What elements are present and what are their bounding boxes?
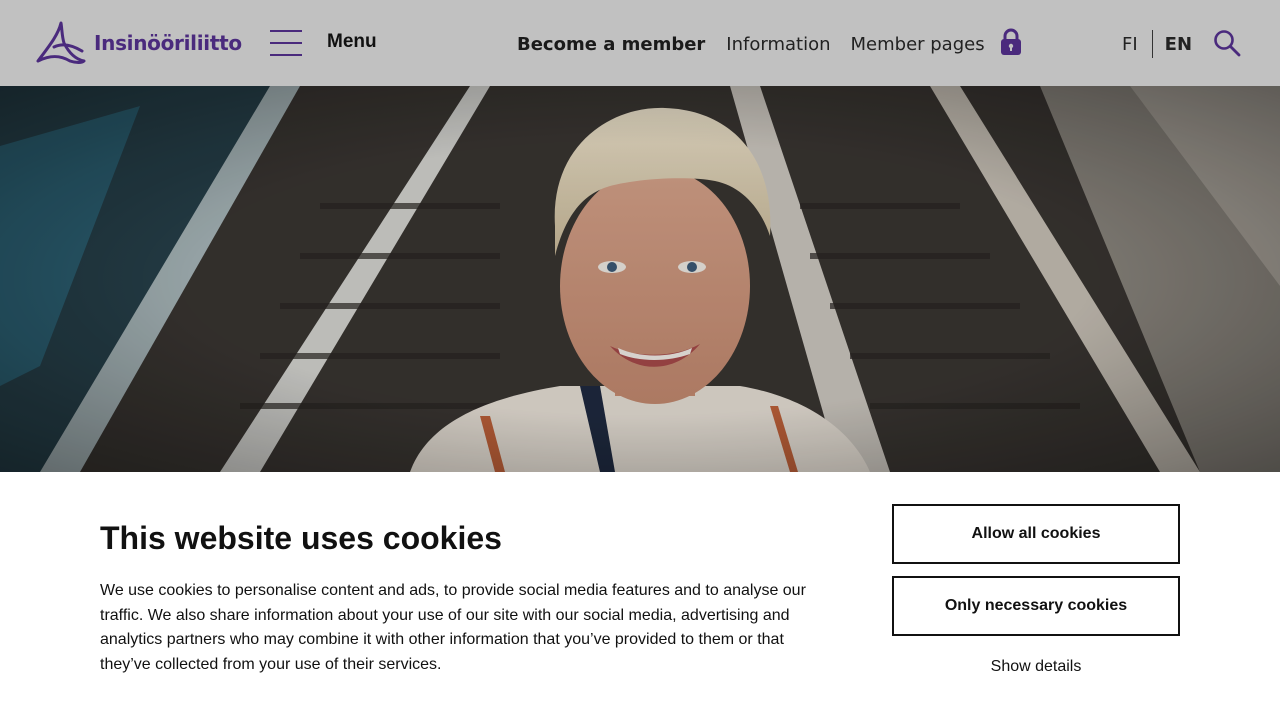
- lock-icon[interactable]: [1000, 28, 1022, 56]
- cookie-title: This website uses cookies: [100, 520, 502, 556]
- nav-member-pages[interactable]: Member pages: [851, 34, 985, 55]
- lang-fi[interactable]: FI: [1122, 34, 1138, 55]
- hamburger-icon: [270, 28, 302, 56]
- hero-image: [0, 86, 1280, 472]
- lang-divider: [1151, 30, 1153, 58]
- logo-mark-icon: [36, 21, 86, 64]
- show-details-link[interactable]: Show details: [892, 658, 1180, 676]
- search-icon[interactable]: [1213, 29, 1241, 57]
- only-necessary-cookies-button[interactable]: Only necessary cookies: [892, 576, 1180, 636]
- cookie-banner: This website uses cookies We use cookies…: [0, 472, 1280, 720]
- nav-become-member[interactable]: Become a member: [517, 34, 705, 55]
- nav-information[interactable]: Information: [726, 34, 830, 55]
- lang-en[interactable]: EN: [1165, 34, 1192, 55]
- main-nav: Become a member Information Member pages: [517, 28, 1022, 58]
- hero-photo: [0, 86, 1280, 472]
- language-switcher: FI EN: [1122, 30, 1192, 58]
- menu-label: Menu: [327, 31, 377, 52]
- site-logo[interactable]: Insinööriliitto: [36, 20, 242, 66]
- menu-button[interactable]: Menu: [270, 28, 377, 56]
- site-header: Insinööriliitto Menu Become a member Inf…: [0, 0, 1280, 86]
- allow-all-cookies-button[interactable]: Allow all cookies: [892, 504, 1180, 564]
- cookie-body: We use cookies to personalise content an…: [100, 582, 806, 674]
- logo-text: Insinööriliitto: [94, 31, 242, 55]
